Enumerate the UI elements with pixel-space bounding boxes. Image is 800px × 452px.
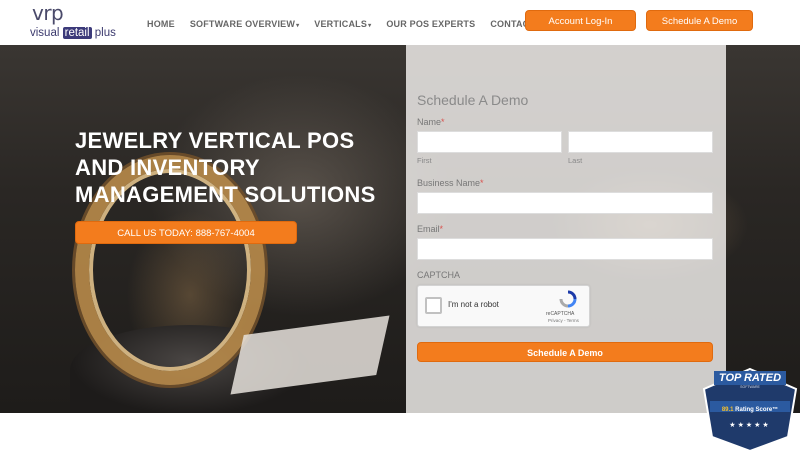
badge-score-label: Rating Score™ [735,407,779,413]
badge-stars: ★★★★★ [729,422,771,429]
tag-card-image [230,315,390,395]
captcha-text: I'm not a robot [448,300,499,309]
logo-wordmark: visual retail plus [30,27,116,39]
logo-mark: vrp [32,1,64,25]
name-label-text: Name [417,117,442,127]
schedule-demo-form: Schedule A Demo Name* First Last Busines… [406,45,726,413]
account-login-button[interactable]: Account Log-In [525,10,636,31]
badge-score: 89.1 Rating Score™ [716,407,784,413]
recaptcha-widget: I'm not a robot reCAPTCHA Privacy - Term… [417,285,590,327]
required-mark: * [439,224,444,234]
badge-subtitle: SOFTWARE [740,385,760,389]
email-input[interactable] [417,238,713,260]
required-mark: * [480,178,484,188]
captcha-links[interactable]: Privacy - Terms [548,318,579,323]
logo-word-visual: visual [30,27,60,39]
form-title: Schedule A Demo [417,92,529,108]
chevron-down-icon: ▾ [296,23,300,29]
vrp-logo[interactable]: vrp visual retail plus [30,1,125,41]
nav-pos-experts[interactable]: OUR POS EXPERTS [386,19,475,29]
top-rated-badge[interactable]: TOP RATED SOFTWARE 89.1 Rating Score™ ★★… [700,367,800,452]
first-name-input[interactable] [417,131,562,153]
recaptcha-icon [559,290,577,308]
last-name-input[interactable] [568,131,713,153]
nav-software-overview[interactable]: SOFTWARE OVERVIEW▾ [190,19,299,29]
nav-home[interactable]: HOME [147,19,175,29]
email-label: Email* [417,224,443,234]
main-nav: HOME SOFTWARE OVERVIEW▾ VERTICALS▾ OUR P… [147,19,550,29]
nav-verticals-label: VERTICALS [314,19,368,29]
nav-pos-experts-label: OUR POS EXPERTS [386,19,476,29]
last-sublabel: Last [568,156,583,165]
header-schedule-demo-button[interactable]: Schedule A Demo [646,10,753,31]
first-sublabel: First [417,156,432,165]
logo-word-plus: plus [94,27,116,39]
page: vrp visual retail plus HOME SOFTWARE OVE… [0,0,800,452]
business-name-label: Business Name* [417,178,484,188]
hero-title: JEWELRY VERTICAL POS AND INVENTORY MANAG… [75,128,376,207]
captcha-label: CAPTCHA [417,270,461,280]
nav-verticals[interactable]: VERTICALS▾ [314,19,371,29]
captcha-checkbox[interactable] [425,297,442,314]
name-label: Name* [417,117,445,127]
required-mark: * [441,117,445,127]
call-us-button[interactable]: CALL US TODAY: 888-767-4004 [75,221,297,244]
email-label-text: Email [417,224,440,234]
site-header: vrp visual retail plus HOME SOFTWARE OVE… [0,0,800,45]
logo-word-retail: retail [62,27,92,39]
badge-title: TOP RATED [718,372,782,384]
chevron-down-icon: ▾ [368,23,372,29]
business-name-input[interactable] [417,192,713,214]
captcha-brand: reCAPTCHA [546,311,575,317]
nav-home-label: HOME [147,19,175,29]
badge-score-number: 89.1 [721,407,734,413]
submit-schedule-demo-button[interactable]: Schedule A Demo [417,342,713,362]
business-name-label-text: Business Name [417,178,481,188]
nav-software-overview-label: SOFTWARE OVERVIEW [189,19,296,29]
